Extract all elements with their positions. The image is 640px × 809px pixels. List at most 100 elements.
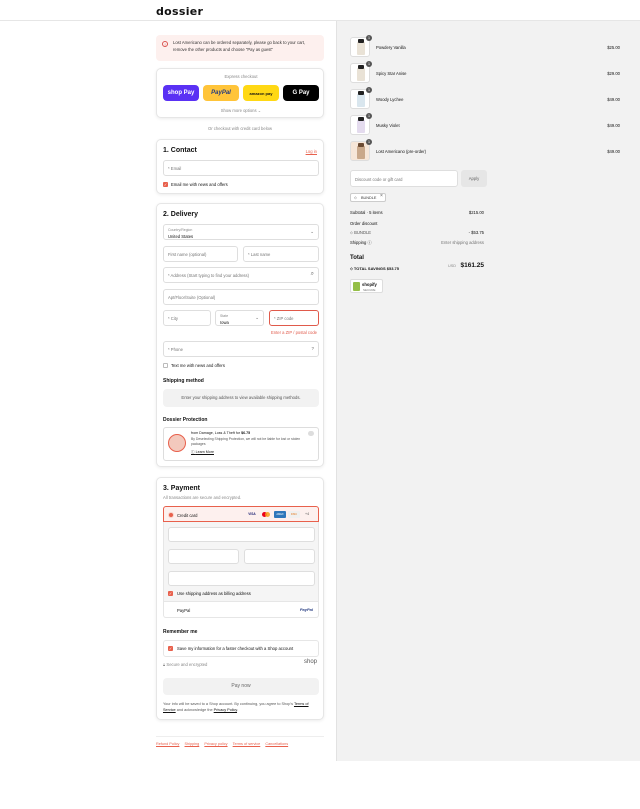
email-offers-label: Email me with news and offers [171, 182, 228, 187]
learn-more-link[interactable]: ⓘ Learn More [191, 450, 214, 455]
contact-section: 1. Contact Log in * Email ✓ Email me wit… [156, 139, 324, 194]
help-icon[interactable]: ? [311, 346, 314, 351]
secure-label: Secure and encrypted [166, 662, 208, 667]
last-name-field[interactable]: * Last name [243, 246, 319, 262]
legal-text: Your info will be saved to a Shop accoun… [163, 702, 309, 712]
card-details-panel: ✓ Use shipping address as billing addres… [163, 522, 319, 602]
footer-divider [156, 736, 324, 737]
quantity-badge: 1 [366, 61, 372, 67]
first-name-field[interactable]: First name (optional) [163, 246, 238, 262]
order-discount-label: Order discount [350, 221, 378, 226]
privacy-policy-link[interactable]: Privacy policy [204, 742, 227, 746]
expiry-field[interactable] [168, 549, 239, 564]
cancellations-link[interactable]: Cancellations [265, 742, 288, 746]
shipping-value: Enter shipping address [441, 240, 484, 245]
name-on-card-field[interactable] [168, 571, 315, 586]
show-more-options-link[interactable]: Show more options ⌄ [157, 108, 325, 113]
pay-now-button[interactable]: Pay now [163, 678, 319, 695]
protection-shield-icon [168, 434, 186, 452]
chevron-down-icon: ⌄ [255, 315, 259, 320]
protection-toggle[interactable] [308, 431, 314, 436]
paypal-option[interactable]: PayPal PayPal [163, 602, 319, 618]
amazon-pay-button[interactable]: amazon pay [243, 85, 279, 101]
search-icon: ⌕ [310, 271, 314, 277]
product-price: $49.00 [607, 123, 620, 128]
product-name: Spicy Star Anise [376, 71, 407, 76]
product-row: 1 Musky Violet [350, 113, 490, 137]
credit-card-label: Credit card [177, 513, 198, 518]
protection-line2: By Deselecting Shipping Protection, we w… [191, 437, 301, 446]
protection-line1: from Damage, Loss & Theft for $6.75 [191, 431, 251, 435]
shipping-method-notice: Enter your shipping address to view avai… [163, 389, 319, 407]
product-row: 1 Woody Lychee [350, 87, 490, 111]
chevron-down-icon: ⌄ [310, 229, 314, 234]
apply-button[interactable]: Apply [461, 170, 487, 187]
text-offers-label: Text me with news and offers [171, 363, 225, 368]
discount-input[interactable]: Discount code or gift card [350, 170, 458, 187]
brand-logo[interactable]: dossier [156, 5, 203, 18]
payment-title: 3. Payment [163, 485, 200, 492]
credit-card-option[interactable]: Credit card VISA AMEX DISC +4 [163, 506, 319, 522]
shopify-bag-icon [353, 282, 360, 291]
product-price: $49.00 [607, 149, 620, 154]
product-name: Powdery Vanilla [376, 45, 406, 50]
quantity-badge: 1 [366, 87, 372, 93]
save-info-label: Save my information for a faster checkou… [177, 646, 294, 651]
paypal-label: PayPal [177, 608, 191, 613]
shipping-link[interactable]: Shipping [185, 742, 200, 746]
use-shipping-label: Use shipping address as billing address [177, 591, 251, 596]
delivery-title: 2. Delivery [163, 211, 199, 218]
protection-box: from Damage, Loss & Theft for $6.75 By D… [163, 427, 319, 461]
card-number-field[interactable] [168, 527, 315, 542]
paypal-logo: PayPal [299, 607, 313, 612]
email-offers-checkbox[interactable]: ✓ [163, 182, 168, 187]
quantity-badge: 1 [366, 139, 372, 145]
credit-card-radio[interactable] [168, 512, 174, 518]
mastercard-icon [261, 511, 272, 518]
shop-pay-button[interactable]: shop Pay [163, 85, 199, 101]
payment-subtitle: All transactions are secure and encrypte… [163, 495, 242, 500]
login-link[interactable]: Log in [306, 149, 317, 154]
address-field[interactable]: * Address (Start typing to find your add… [163, 267, 319, 283]
remove-discount-icon[interactable]: × [380, 193, 383, 199]
shopify-secure-badge: shopify SECURE [350, 279, 383, 293]
paypal-button[interactable]: PayPal [203, 85, 239, 101]
total-value: $161.25 [460, 262, 485, 269]
country-select[interactable]: Country/Region United States ⌄ [163, 224, 319, 240]
header: dossier [0, 0, 640, 21]
security-code-field[interactable] [244, 549, 315, 564]
refund-policy-link[interactable]: Refund Policy [156, 742, 179, 746]
privacy-link[interactable]: Privacy Policy [214, 708, 237, 712]
shop-logo: shop [303, 659, 317, 665]
zip-field[interactable]: * ZIP code [269, 310, 319, 326]
payment-section: 3. Payment All transactions are secure a… [156, 477, 324, 720]
bundle-discount-value: - $53.75 [468, 230, 484, 235]
google-pay-button[interactable]: G Pay [283, 85, 319, 101]
state-select[interactable]: State Iowa ⌄ [215, 310, 264, 326]
amex-icon: AMEX [274, 511, 286, 518]
city-field[interactable]: * City [163, 310, 211, 326]
text-offers-checkbox[interactable] [163, 363, 168, 368]
order-summary: 1 Powdery Vanilla $25.00 1 Spicy Star An… [336, 21, 640, 761]
tag-icon: ⬦ [354, 195, 357, 200]
use-shipping-checkbox[interactable]: ✓ [168, 591, 173, 596]
product-name: Lost Americano (pre-order) [376, 149, 427, 154]
discount-tag-label: BUNDLE [361, 196, 377, 200]
product-price: $49.00 [607, 97, 620, 102]
notice-text: Lost Americano can be ordered separately… [173, 40, 306, 52]
apartment-field[interactable]: Apt/Floor/Suite (Optional) [163, 289, 319, 305]
product-price: $25.00 [607, 45, 620, 50]
protection-price: $6.75 [241, 431, 251, 435]
savings-row: ⬦ TOTAL SAVINGS $53.75 [350, 266, 399, 271]
product-name: Musky Violet [376, 123, 400, 128]
email-field[interactable]: * Email [163, 160, 319, 176]
product-row: 1 Powdery Vanilla [350, 35, 490, 59]
terms-of-service-link[interactable]: Terms of service [233, 742, 261, 746]
savings-label: TOTAL SAVINGS [353, 266, 386, 271]
visa-icon: VISA [248, 512, 256, 516]
discover-icon: DISC [288, 511, 300, 518]
save-info-checkbox[interactable]: ✓ [168, 646, 173, 651]
phone-field[interactable]: * Phone ? [163, 341, 319, 357]
currency-code: USD [448, 264, 457, 268]
delivery-section: 2. Delivery Country/Region United States… [156, 203, 324, 467]
